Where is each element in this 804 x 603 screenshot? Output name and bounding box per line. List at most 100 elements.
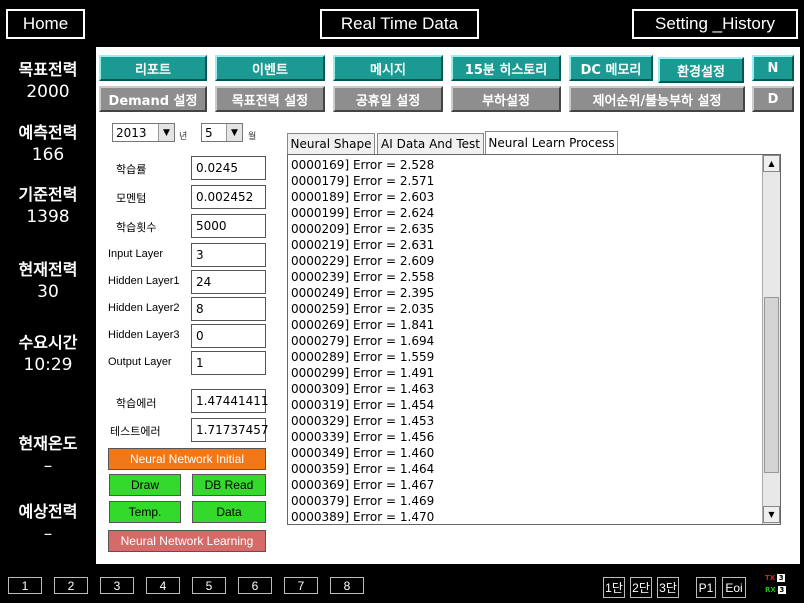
chevron-down-icon[interactable]: ▼: [158, 124, 174, 141]
page-button-8[interactable]: 8: [330, 577, 364, 594]
stage-3-button[interactable]: 3단: [657, 577, 679, 598]
stats-sidebar: 목표전력 2000 예측전력 166 기준전력 1398 현재전력 30 수요시…: [6, 46, 90, 564]
epochs-label: 학습횟수: [116, 222, 157, 234]
stat-value: 166: [31, 145, 65, 165]
draw-button[interactable]: Draw: [109, 474, 181, 496]
tab-neural-shape[interactable]: Neural Shape: [287, 133, 375, 154]
temp-button[interactable]: Temp.: [109, 501, 181, 523]
output-layer-field[interactable]: 1: [191, 351, 266, 375]
log-line: 0000229] Error = 2.609: [291, 254, 435, 268]
neural-network-learning-button[interactable]: Neural Network Learning: [108, 530, 266, 552]
page-button-2[interactable]: 2: [54, 577, 88, 594]
log-line: 0000319] Error = 1.454: [291, 398, 435, 412]
page-button-7[interactable]: 7: [284, 577, 318, 594]
train-error-field[interactable]: 1.47441411: [191, 389, 269, 413]
stage-2-button[interactable]: 2단: [630, 577, 652, 598]
page-button-1[interactable]: 1: [8, 577, 42, 594]
stat-current-power: 현재전력 30: [6, 256, 90, 302]
home-button[interactable]: Home: [6, 9, 85, 39]
log-line: 0000299] Error = 1.491: [291, 366, 435, 380]
hidden-layer3-label: Hidden Layer3: [108, 329, 180, 341]
learn-process-log[interactable]: 0000169] Error = 2.528 0000179] Error = …: [287, 154, 781, 525]
d-button[interactable]: D: [752, 86, 794, 112]
input-layer-label: Input Layer: [108, 248, 164, 260]
tx-label: TX: [765, 574, 776, 582]
env-settings-button[interactable]: 환경설정: [658, 57, 744, 83]
tab-neural-learn-process[interactable]: Neural Learn Process: [485, 131, 618, 154]
chevron-down-icon[interactable]: ▼: [226, 124, 242, 141]
db-read-button[interactable]: DB Read: [192, 474, 266, 496]
log-line: 0000369] Error = 1.467: [291, 478, 435, 492]
scroll-thumb[interactable]: [764, 297, 779, 473]
hidden-layer2-field[interactable]: 8: [191, 297, 266, 321]
stat-label: 예측전력: [18, 123, 78, 142]
tx-count: 3: [777, 574, 786, 582]
demand-settings-button[interactable]: Demand 설정: [99, 86, 207, 112]
log-line: 0000209] Error = 2.635: [291, 222, 435, 236]
stat-value: –: [43, 456, 53, 476]
stat-value: 1398: [26, 207, 70, 227]
message-button[interactable]: 메시지: [333, 55, 443, 81]
n-button[interactable]: N: [752, 55, 794, 81]
page-button-3[interactable]: 3: [100, 577, 134, 594]
stat-label: 목표전력: [18, 60, 78, 79]
test-error-label: 테스트에러: [110, 426, 161, 438]
momentum-field[interactable]: 0.002452: [191, 185, 266, 209]
data-button[interactable]: Data: [192, 501, 266, 523]
stat-value: 30: [37, 282, 59, 302]
stat-target-power: 목표전력 2000: [6, 56, 90, 102]
log-line: 0000379] Error = 1.469: [291, 494, 435, 508]
page-button-6[interactable]: 6: [238, 577, 272, 594]
stage-1-button[interactable]: 1단: [603, 577, 625, 598]
scroll-down-icon[interactable]: ▼: [763, 506, 780, 523]
tab-ai-data-and-test[interactable]: AI Data And Test: [377, 133, 484, 154]
stat-current-temp: 현재온도 –: [6, 430, 90, 476]
setting-history-button[interactable]: Setting _History: [632, 9, 798, 39]
scroll-up-icon[interactable]: ▲: [763, 155, 780, 172]
page-title: Real Time Data: [320, 9, 479, 39]
p1-button[interactable]: P1: [696, 577, 716, 598]
stat-value: 10:29: [23, 355, 73, 375]
log-line: 0000329] Error = 1.453: [291, 414, 435, 428]
year-value: 2013: [116, 125, 147, 140]
month-unit: 월: [248, 132, 257, 142]
load-settings-button[interactable]: 부하설정: [451, 86, 561, 112]
report-button[interactable]: 리포트: [99, 55, 207, 81]
epochs-field[interactable]: 5000: [191, 214, 266, 238]
target-power-settings-button[interactable]: 목표전력 설정: [215, 86, 325, 112]
test-error-field[interactable]: 1.71737457: [191, 418, 269, 442]
hidden-layer3-field[interactable]: 0: [191, 324, 266, 348]
stat-label: 기준전력: [18, 185, 78, 204]
hidden-layer1-label: Hidden Layer1: [108, 275, 180, 287]
stat-expected-power: 예상전력 –: [6, 498, 90, 544]
log-line: 0000389] Error = 1.470: [291, 510, 435, 524]
month-select[interactable]: 5 ▼: [201, 123, 243, 142]
stat-predicted-power: 예측전력 166: [6, 119, 90, 165]
control-priority-settings-button[interactable]: 제어순위/불능부하 설정: [569, 86, 745, 112]
rx-count: 3: [777, 586, 786, 594]
rx-indicator: RX 3: [765, 586, 786, 594]
holiday-settings-button[interactable]: 공휴일 설정: [333, 86, 443, 112]
page-button-5[interactable]: 5: [192, 577, 226, 594]
learning-rate-field[interactable]: 0.0245: [191, 156, 266, 180]
log-line: 0000309] Error = 1.463: [291, 382, 435, 396]
dc-memory-button[interactable]: DC 메모리: [569, 55, 653, 81]
neural-network-initial-button[interactable]: Neural Network Initial: [108, 448, 266, 470]
year-select[interactable]: 2013 ▼: [112, 123, 175, 142]
page-button-4[interactable]: 4: [146, 577, 180, 594]
stat-label: 현재전력: [18, 260, 78, 279]
tx-indicator: TX 3: [765, 574, 786, 582]
history-15min-button[interactable]: 15분 히스토리: [451, 55, 561, 81]
input-layer-field[interactable]: 3: [191, 243, 266, 267]
hidden-layer1-field[interactable]: 24: [191, 270, 266, 294]
log-line: 0000269] Error = 1.841: [291, 318, 435, 332]
rx-label: RX: [765, 586, 776, 594]
log-line: 0000199] Error = 2.624: [291, 206, 435, 220]
log-scrollbar[interactable]: ▲ ▼: [762, 155, 780, 524]
event-button[interactable]: 이벤트: [215, 55, 325, 81]
stat-value: –: [43, 524, 53, 544]
eoi-button[interactable]: Eoi: [722, 577, 746, 598]
log-line: 0000219] Error = 2.631: [291, 238, 435, 252]
log-line: 0000249] Error = 2.395: [291, 286, 435, 300]
stat-value: 2000: [26, 82, 70, 102]
